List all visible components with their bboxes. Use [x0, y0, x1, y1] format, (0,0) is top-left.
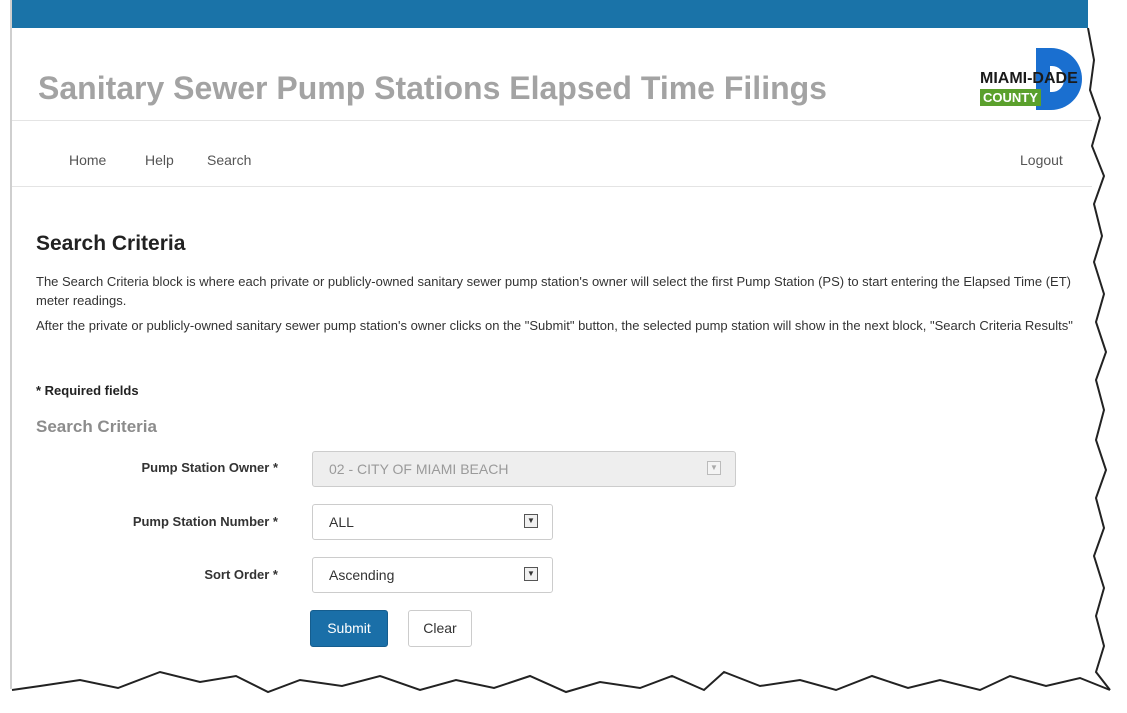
- pump-station-number-select[interactable]: ALL ▼: [312, 504, 553, 540]
- form-section-title: Search Criteria: [36, 417, 157, 436]
- nav-search[interactable]: Search: [207, 152, 251, 168]
- logo-text-miami-dade: MIAMI-DADE: [980, 70, 1078, 87]
- chevron-down-icon: ▼: [524, 514, 538, 528]
- required-fields-note: * Required fields: [36, 383, 139, 398]
- nav-help[interactable]: Help: [145, 152, 174, 168]
- page: Sanitary Sewer Pump Stations Elapsed Tim…: [10, 0, 1116, 713]
- section-description-1: The Search Criteria block is where each …: [36, 274, 1071, 308]
- logo-text-county: COUNTY: [980, 89, 1041, 106]
- submit-button[interactable]: Submit: [310, 610, 388, 647]
- chevron-down-icon: ▼: [524, 567, 538, 581]
- nav-divider: [12, 186, 1092, 187]
- top-bar: [12, 0, 1116, 28]
- chevron-down-icon: ▼: [707, 461, 721, 475]
- nav-home[interactable]: Home: [69, 152, 106, 168]
- app-title: Sanitary Sewer Pump Stations Elapsed Tim…: [38, 70, 827, 106]
- miami-dade-logo[interactable]: MIAMI-DADE COUNTY: [972, 48, 1100, 114]
- nav-logout[interactable]: Logout: [1020, 152, 1063, 168]
- header-divider: [12, 120, 1092, 121]
- clear-button[interactable]: Clear: [408, 610, 472, 647]
- sort-order-label: Sort Order *: [204, 567, 278, 582]
- section-title: Search Criteria: [36, 232, 186, 255]
- section-description-2: After the private or publicly-owned sani…: [36, 318, 1073, 333]
- pump-station-number-label: Pump Station Number *: [132, 514, 278, 529]
- pump-station-owner-select[interactable]: 02 - CITY OF MIAMI BEACH ▼: [312, 451, 736, 487]
- pump-station-owner-label: Pump Station Owner *: [141, 460, 278, 475]
- pump-station-number-value: ALL: [329, 514, 354, 530]
- pump-station-owner-value: 02 - CITY OF MIAMI BEACH: [329, 461, 509, 477]
- sort-order-select[interactable]: Ascending ▼: [312, 557, 553, 593]
- sort-order-value: Ascending: [329, 567, 395, 583]
